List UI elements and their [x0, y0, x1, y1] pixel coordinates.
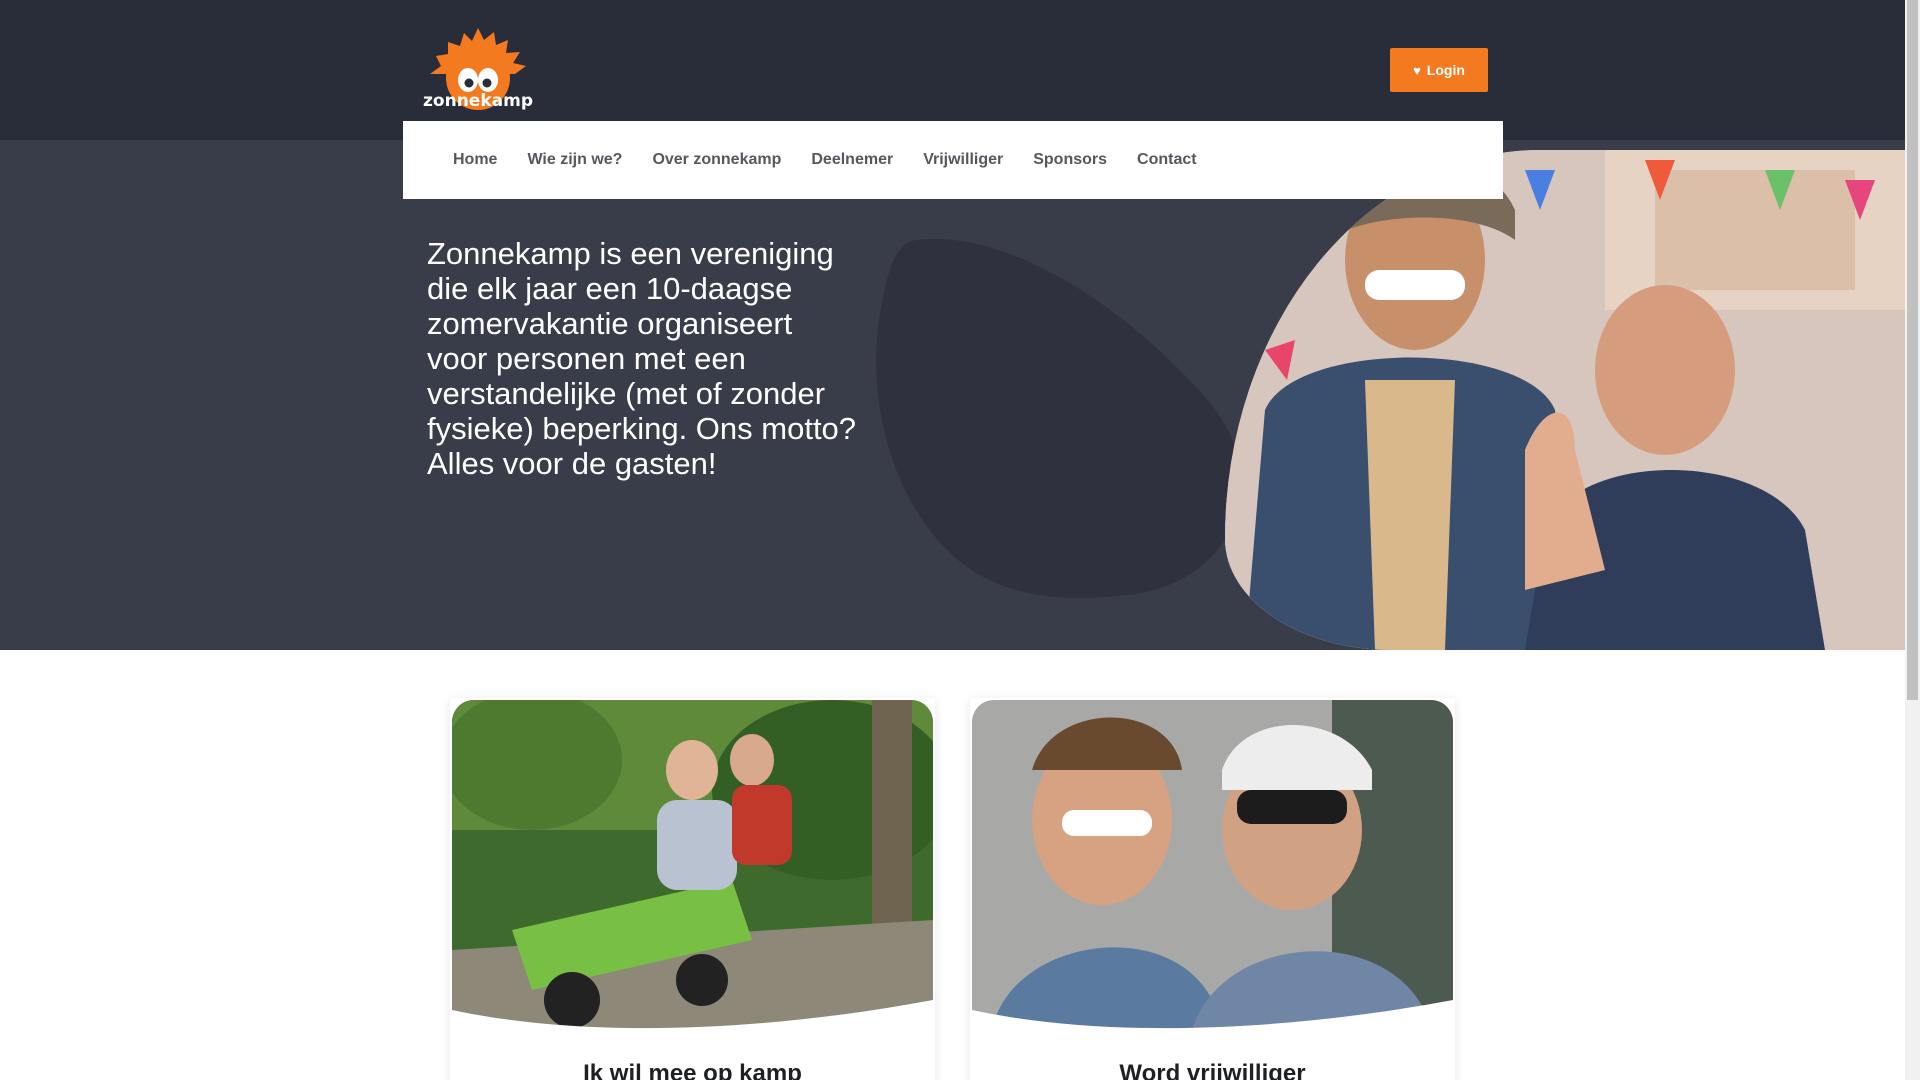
main-navigation: Home Wie zijn we? Over zonnekamp Deelnem… — [403, 121, 1503, 199]
login-button[interactable]: ♥ Login — [1390, 48, 1488, 92]
login-label: Login — [1426, 62, 1465, 78]
hero-description: Zonnekamp is een vereniging die elk jaar… — [427, 236, 857, 481]
card-participant[interactable]: Ik wil mee op kamp — [450, 698, 935, 1080]
hero-section: Zonnekamp is een vereniging die elk jaar… — [0, 140, 1905, 650]
page-scrollbar[interactable] — [1905, 0, 1920, 1080]
nav-wie-zijn-we[interactable]: Wie zijn we? — [527, 151, 622, 169]
card-participant-title[interactable]: Ik wil mee op kamp — [450, 1060, 935, 1080]
card-volunteer-photo — [972, 700, 1453, 1030]
nav-contact[interactable]: Contact — [1137, 151, 1197, 169]
card-volunteer-title[interactable]: Word vrijwilliger — [970, 1060, 1455, 1080]
nav-over-zonnekamp[interactable]: Over zonnekamp — [652, 151, 781, 169]
decorative-blob — [876, 238, 1242, 598]
logo-text: zonnekamp — [423, 91, 533, 111]
card-participant-photo — [452, 700, 933, 1030]
scrollbar-thumb[interactable] — [1907, 0, 1918, 700]
hero-photo — [1225, 150, 1905, 650]
card-volunteer[interactable]: Word vrijwilliger — [970, 698, 1455, 1080]
nav-deelnemer[interactable]: Deelnemer — [811, 151, 893, 169]
site-header: zonnekamp ♥ Login — [0, 0, 1905, 140]
nav-home[interactable]: Home — [453, 151, 497, 169]
heart-icon: ♥ — [1413, 62, 1421, 78]
nav-sponsors[interactable]: Sponsors — [1033, 151, 1107, 169]
zonnekamp-logo[interactable]: zonnekamp — [416, 26, 540, 114]
nav-vrijwilliger[interactable]: Vrijwilliger — [923, 151, 1003, 169]
